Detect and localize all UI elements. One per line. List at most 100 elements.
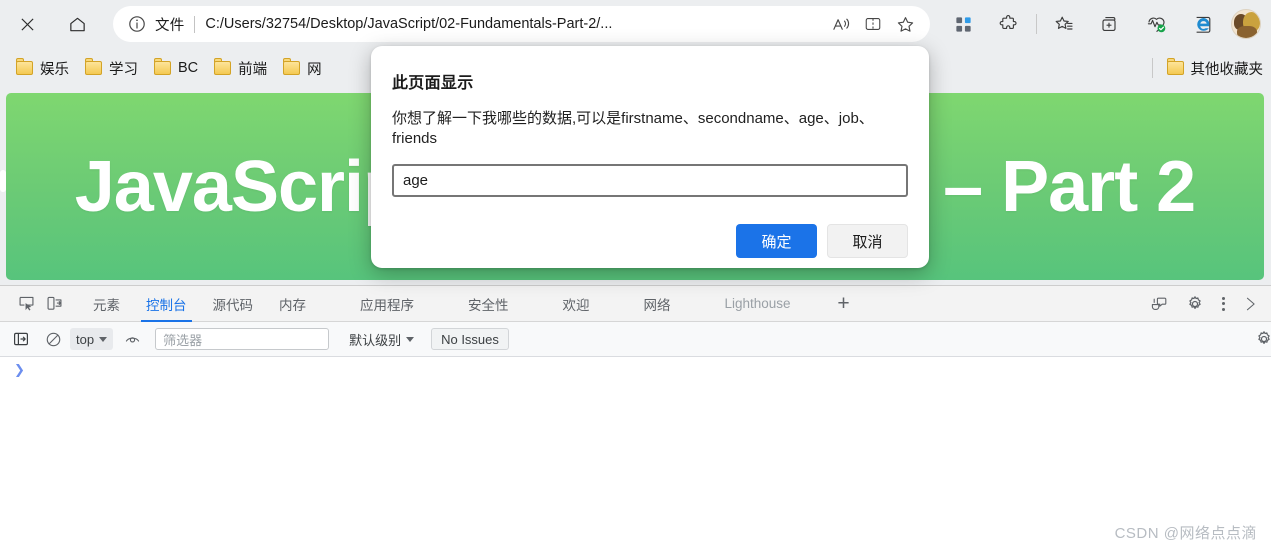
dialog-actions: 确定 取消 (392, 224, 908, 258)
profile-avatar[interactable] (1231, 9, 1261, 39)
dot (1221, 307, 1225, 311)
folder-icon (154, 58, 171, 75)
folder-icon (1166, 58, 1184, 75)
dialog-title: 此页面显示 (392, 75, 474, 92)
extensions-puzzle-icon (999, 15, 1017, 29)
console-settings-gear-icon (1258, 331, 1270, 344)
bookmark-label: 学习 (109, 61, 138, 78)
live-expression-button[interactable] (119, 326, 145, 352)
ie-mode-button[interactable] (1184, 6, 1220, 42)
folder-icon (283, 58, 301, 75)
chevron-down-icon (406, 336, 415, 342)
page-scrollbar[interactable] (0, 88, 6, 285)
dialog-cancel-button[interactable]: 取消 (827, 224, 908, 258)
tab-application[interactable]: 应用程序 (347, 286, 427, 322)
console-filter-placeholder: 筛选器 (163, 332, 203, 348)
page-scrollbar-thumb[interactable] (0, 170, 6, 192)
browser-essentials-button[interactable] (1138, 6, 1174, 42)
javascript-prompt-dialog: 此页面显示 你想了解一下我哪些的数据,可以是firstname、secondna… (371, 46, 929, 268)
inspect-element-button[interactable] (12, 290, 40, 318)
tab-console[interactable]: 控制台 (133, 286, 200, 322)
favorites-star-list-icon (1055, 16, 1073, 30)
clear-console-button[interactable] (40, 326, 66, 352)
close-window-button[interactable] (9, 6, 45, 42)
feedback-button[interactable] (1145, 290, 1173, 318)
other-favorites-label: 其他收藏夹 (1190, 61, 1264, 78)
devtools-panel: 元素 控制台 源代码 内存 应用程序 安全性 欢迎 网络 Lighthouse … (0, 285, 1271, 552)
dialog-prompt-input[interactable]: age (392, 164, 908, 197)
split-screen-button[interactable] (858, 9, 888, 39)
address-scheme-label: 文件 (155, 17, 185, 34)
add-favorite-button[interactable] (890, 9, 920, 39)
favorites-button[interactable] (1046, 6, 1082, 42)
dot (1221, 302, 1225, 305)
collections-button[interactable] (1092, 6, 1128, 42)
console-prompt-row[interactable]: ❯ (0, 357, 1271, 379)
app-grid-button[interactable] (945, 6, 981, 42)
device-toolbar-button[interactable] (40, 290, 68, 318)
issues-button[interactable]: No Issues (431, 328, 509, 350)
bookmark-item[interactable]: BC (146, 54, 206, 82)
app-grid-icon (955, 16, 971, 32)
console-toolbar-right (1251, 326, 1271, 352)
issues-label: No Issues (441, 331, 499, 347)
bookmark-item[interactable]: 学习 (77, 54, 146, 82)
avatar-shape-3 (1237, 26, 1257, 38)
device-toolbar-icon (47, 296, 61, 310)
toolbar-divider (1036, 14, 1037, 34)
chevron-down-icon (99, 336, 108, 342)
watermark: CSDN @网络点点滴 (1114, 525, 1257, 542)
log-level-label: 默认级别 (349, 332, 402, 348)
bookmark-label: BC (178, 60, 199, 76)
tab-label: 元素 (93, 297, 120, 313)
tab-memory[interactable]: 内存 (266, 286, 319, 322)
tab-security[interactable]: 安全性 (455, 286, 522, 322)
address-bar[interactable]: 文件 C:/Users/32754/Desktop/JavaScript/02-… (113, 6, 930, 42)
console-filter-input[interactable]: 筛选器 (155, 328, 330, 350)
inspect-element-icon (19, 296, 33, 311)
console-sidebar-toggle[interactable] (8, 326, 34, 352)
dialog-ok-button[interactable]: 确定 (736, 224, 817, 258)
execution-context-label: top (76, 331, 95, 347)
dialog-prompt-input-value: age (403, 172, 429, 189)
folder-icon (85, 58, 102, 75)
dialog-cancel-label: 取消 (852, 233, 883, 251)
tab-label: 欢迎 (562, 297, 590, 313)
feedback-icon (1151, 297, 1167, 310)
folder-icon (214, 58, 232, 75)
bookmark-item[interactable]: 前端 (206, 54, 275, 82)
tab-label: Lighthouse (724, 296, 791, 311)
console-settings-button[interactable] (1251, 326, 1271, 352)
tab-elements[interactable]: 元素 (80, 286, 133, 322)
read-aloud-button[interactable] (826, 9, 856, 39)
close-devtools-button[interactable] (1237, 290, 1265, 318)
info-icon (129, 16, 145, 32)
execution-context-dropdown[interactable]: top (70, 328, 114, 350)
other-favorites-container: 其他收藏夹 (1151, 54, 1271, 82)
dot (1221, 296, 1225, 300)
bookmark-item[interactable]: 网 (275, 54, 330, 82)
tab-network[interactable]: 网络 (631, 286, 684, 322)
tab-sources[interactable]: 源代码 (200, 286, 267, 322)
devtools-tabbar-actions (1141, 290, 1271, 318)
tab-welcome[interactable]: 欢迎 (550, 286, 603, 322)
console-output-area[interactable]: ❯ CSDN @网络点点滴 (0, 357, 1271, 552)
eye-icon (125, 336, 139, 343)
home-button[interactable] (59, 6, 95, 42)
devtools-tabbar: 元素 控制台 源代码 内存 应用程序 安全性 欢迎 网络 Lighthouse … (0, 286, 1271, 322)
home-icon (69, 17, 85, 31)
folder-icon (16, 58, 33, 75)
bookmark-item[interactable]: 娱乐 (8, 54, 77, 82)
bookmarks-divider (1151, 58, 1153, 78)
extensions-button[interactable] (991, 6, 1027, 42)
tab-label: 应用程序 (360, 297, 414, 313)
tab-lighthouse[interactable]: Lighthouse (712, 286, 804, 322)
devtools-more-options-button[interactable] (1213, 290, 1233, 318)
other-favorites-button[interactable]: 其他收藏夹 (1159, 54, 1271, 82)
settings-gear-icon (1189, 295, 1201, 309)
add-panel-button[interactable]: + (830, 290, 858, 318)
bookmark-label: 娱乐 (40, 61, 69, 78)
log-level-dropdown[interactable]: 默认级别 (349, 330, 415, 349)
devtools-settings-button[interactable] (1181, 290, 1209, 318)
tab-label: 源代码 (212, 297, 254, 313)
